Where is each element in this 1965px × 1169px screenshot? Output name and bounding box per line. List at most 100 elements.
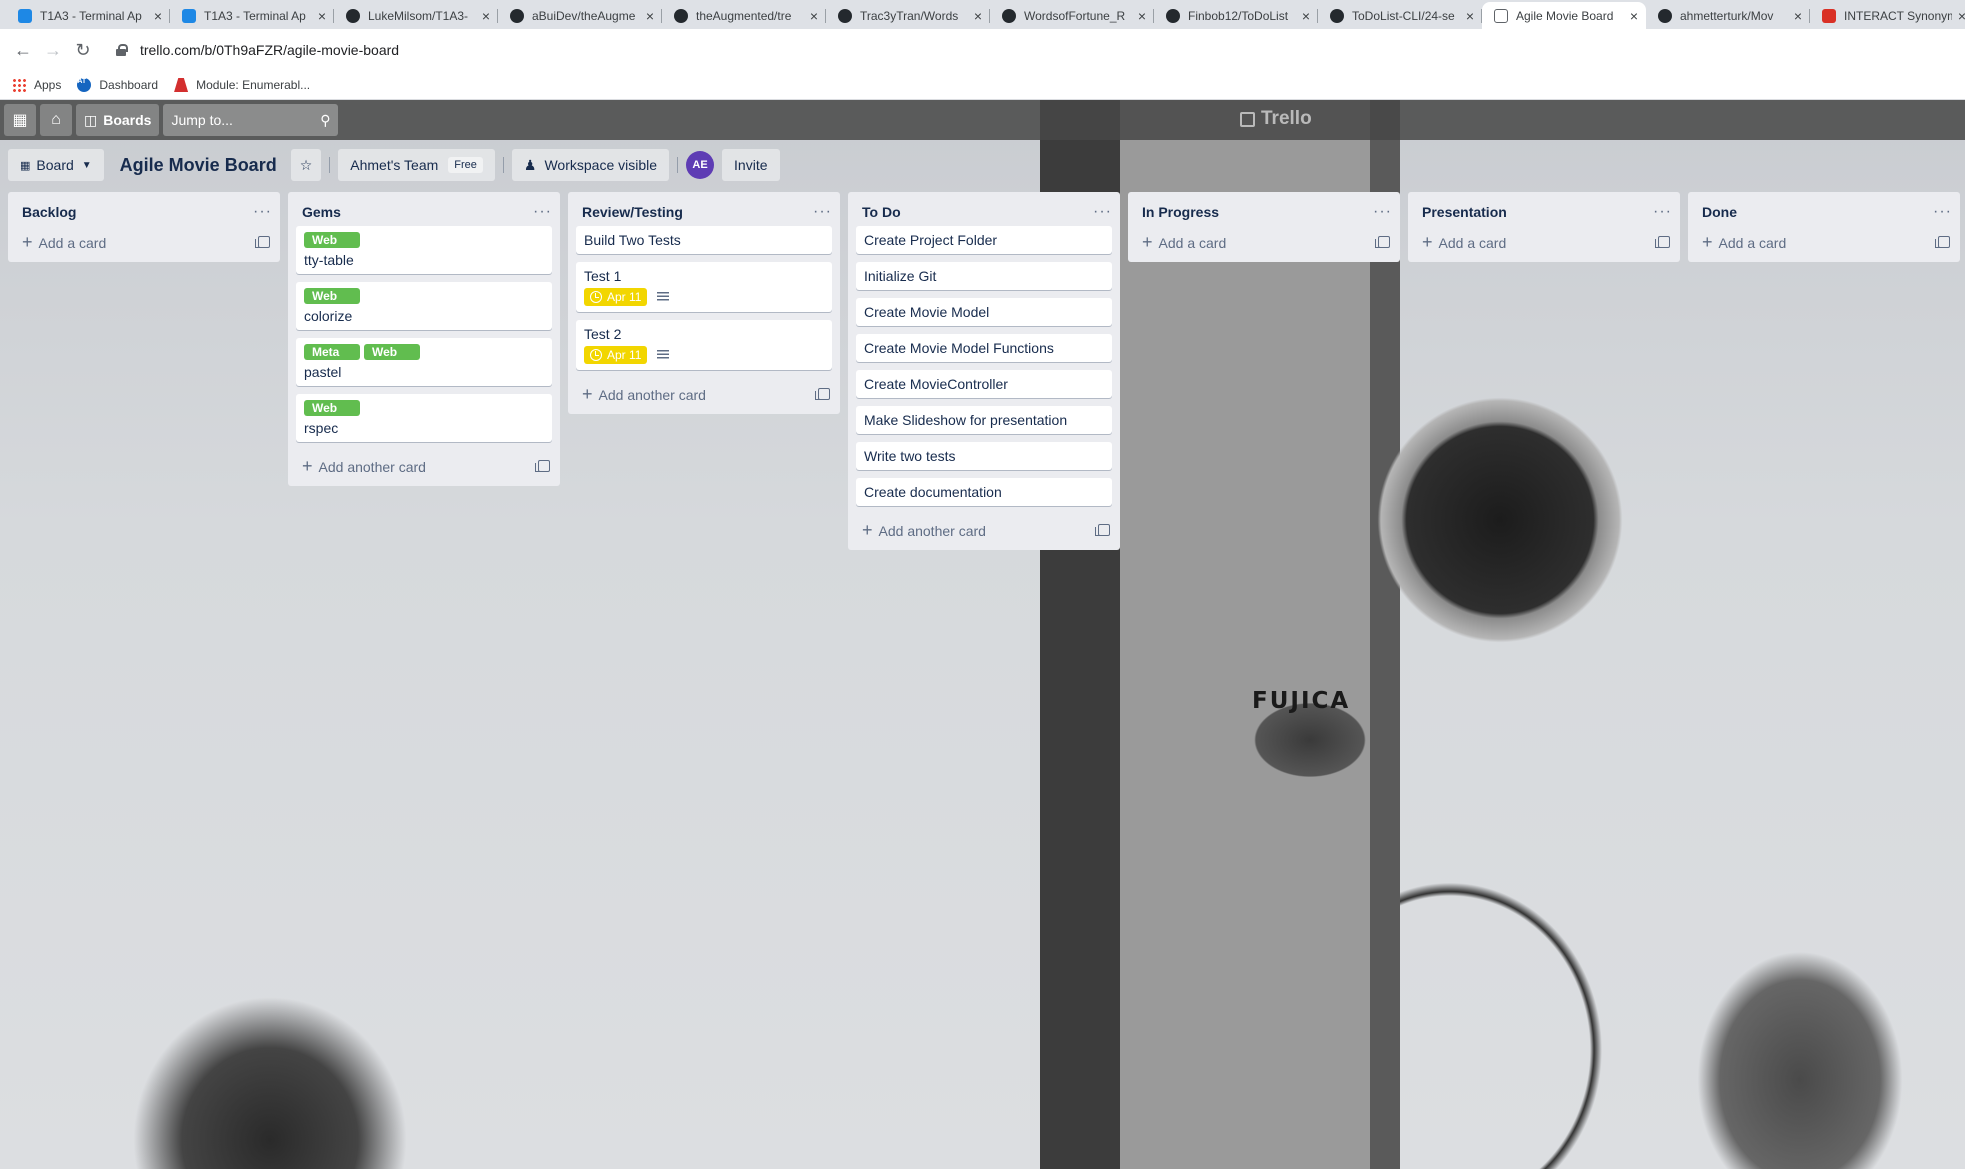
close-icon[interactable]: × — [1466, 8, 1474, 24]
card[interactable]: Create MovieController — [856, 370, 1112, 398]
close-icon[interactable]: × — [810, 8, 818, 24]
card-label[interactable]: Web — [304, 288, 360, 304]
close-icon[interactable]: × — [1302, 8, 1310, 24]
card[interactable]: Create Movie Model Functions — [856, 334, 1112, 362]
add-card-button[interactable]: + Add another card — [568, 378, 840, 406]
board-title[interactable]: Agile Movie Board — [120, 155, 277, 176]
avatar[interactable]: AE — [686, 151, 715, 179]
browser-tab[interactable]: INTERACT Synonym × — [1810, 2, 1965, 29]
card[interactable]: Create Project Folder — [856, 226, 1112, 254]
visibility-button[interactable]: ♟ Workspace visible — [511, 149, 670, 181]
app-switcher-button[interactable]: ▦ — [4, 104, 36, 136]
card[interactable]: Write two tests — [856, 442, 1112, 470]
more-options-icon[interactable]: ··· — [1653, 203, 1672, 221]
list-title[interactable]: Gems — [302, 204, 341, 220]
more-options-icon[interactable]: ··· — [533, 203, 552, 221]
trello-logo[interactable]: Trello — [1240, 108, 1312, 130]
list-title[interactable]: Done — [1702, 204, 1737, 220]
card-template-icon[interactable] — [1095, 524, 1110, 536]
list-title[interactable]: Presentation — [1422, 204, 1507, 220]
card-template-icon[interactable] — [1655, 236, 1670, 248]
card[interactable]: Meta Web pastel — [296, 338, 552, 386]
close-icon[interactable]: × — [1794, 8, 1802, 24]
close-icon[interactable]: × — [1958, 8, 1965, 24]
board-view-switcher[interactable]: ▦ Board ▼ — [8, 149, 104, 181]
card[interactable]: Create Movie Model — [856, 298, 1112, 326]
card-template-icon[interactable] — [1375, 236, 1390, 248]
card[interactable]: Make Slideshow for presentation — [856, 406, 1112, 434]
card-label[interactable]: Meta — [304, 344, 360, 360]
close-icon[interactable]: × — [154, 8, 162, 24]
header-divider — [329, 157, 331, 173]
more-options-icon[interactable]: ··· — [1093, 203, 1112, 221]
search-input[interactable]: Jump to... ⚲ — [163, 104, 339, 136]
card[interactable]: Web rspec — [296, 394, 552, 442]
add-card-button[interactable]: + Add another card — [288, 450, 560, 478]
card-template-icon[interactable] — [815, 388, 830, 400]
bookmark-dashboard[interactable]: AT Dashboard — [77, 78, 158, 92]
bookmark-module[interactable]: Module: Enumerabl... — [174, 78, 310, 92]
card-label[interactable]: Web — [304, 400, 360, 416]
search-icon: ⚲ — [320, 111, 331, 128]
card-label[interactable]: Web — [304, 232, 360, 248]
card[interactable]: Build Two Tests — [576, 226, 832, 254]
more-options-icon[interactable]: ··· — [813, 203, 832, 221]
close-icon[interactable]: × — [482, 8, 490, 24]
browser-tab[interactable]: Agile Movie Board × — [1482, 2, 1646, 29]
card-template-icon[interactable] — [1935, 236, 1950, 248]
browser-tab[interactable]: T1A3 - Terminal Ap × — [6, 2, 170, 29]
card[interactable]: Initialize Git — [856, 262, 1112, 290]
close-icon[interactable]: × — [1630, 8, 1638, 24]
due-date-badge[interactable]: Apr 11 — [584, 288, 648, 306]
back-arrow-icon[interactable]: ← — [8, 35, 38, 65]
card-template-icon[interactable] — [535, 460, 550, 472]
close-icon[interactable]: × — [974, 8, 982, 24]
add-card-button[interactable]: + Add a card — [1128, 226, 1400, 254]
add-card-button[interactable]: + Add another card — [848, 514, 1120, 542]
close-icon[interactable]: × — [1138, 8, 1146, 24]
card[interactable]: Web tty-table — [296, 226, 552, 274]
browser-tab[interactable]: ToDoList-CLI/24-se × — [1318, 2, 1482, 29]
bookmark-apps[interactable]: Apps — [12, 78, 61, 92]
list-title[interactable]: In Progress — [1142, 204, 1219, 220]
add-card-label: Add another card — [878, 522, 986, 539]
url-input[interactable]: trello.com/b/0Th9aFZR/agile-movie-board — [105, 35, 1965, 65]
list-title[interactable]: To Do — [862, 204, 901, 220]
home-button[interactable]: ⌂ — [40, 104, 72, 136]
card[interactable]: Create documentation — [856, 478, 1112, 506]
star-button[interactable]: ☆ — [290, 149, 322, 181]
list-title[interactable]: Review/Testing — [582, 204, 683, 220]
list-gems: Gems ··· Web tty-table Web colorize Meta Web pas… — [288, 192, 560, 486]
more-options-icon[interactable]: ··· — [1373, 203, 1392, 221]
more-options-icon[interactable]: ··· — [253, 203, 272, 221]
browser-tab[interactable]: LukeMilsom/T1A3- × — [334, 2, 498, 29]
team-button[interactable]: Ahmet's Team Free — [338, 149, 495, 181]
list-header: Backlog ··· — [8, 192, 280, 226]
card-template-icon[interactable] — [255, 236, 270, 248]
card-label[interactable]: Web — [364, 344, 420, 360]
close-icon[interactable]: × — [318, 8, 326, 24]
more-options-icon[interactable]: ··· — [1933, 203, 1952, 221]
browser-tab[interactable]: T1A3 - Terminal Ap × — [170, 2, 334, 29]
card[interactable]: Test 1 Apr 11 — [576, 262, 832, 312]
forward-arrow-icon[interactable]: → — [38, 35, 68, 65]
due-date-badge[interactable]: Apr 11 — [584, 346, 648, 364]
list-header: In Progress ··· — [1128, 192, 1400, 226]
boards-button[interactable]: ◫ Boards — [76, 104, 160, 136]
add-card-button[interactable]: + Add a card — [8, 226, 280, 254]
browser-tab[interactable]: Finbob12/ToDoList × — [1154, 2, 1318, 29]
add-card-button[interactable]: + Add a card — [1408, 226, 1680, 254]
list-title[interactable]: Backlog — [22, 204, 76, 220]
card[interactable]: Test 2 Apr 11 — [576, 320, 832, 370]
browser-tab[interactable]: aBuiDev/theAugme × — [498, 2, 662, 29]
card[interactable]: Web colorize — [296, 282, 552, 330]
add-card-button[interactable]: + Add a card — [1688, 226, 1960, 254]
browser-tab[interactable]: WordsofFortune_R × — [990, 2, 1154, 29]
browser-tab[interactable]: theAugmented/tre × — [662, 2, 826, 29]
close-icon[interactable]: × — [646, 8, 654, 24]
browser-tab[interactable]: ahmetterturk/Mov × — [1646, 2, 1810, 29]
invite-button[interactable]: Invite — [722, 149, 780, 181]
reload-icon[interactable]: ↻ — [68, 35, 98, 65]
add-card-label: Add a card — [38, 234, 107, 251]
browser-tab[interactable]: Trac3yTran/Words × — [826, 2, 990, 29]
